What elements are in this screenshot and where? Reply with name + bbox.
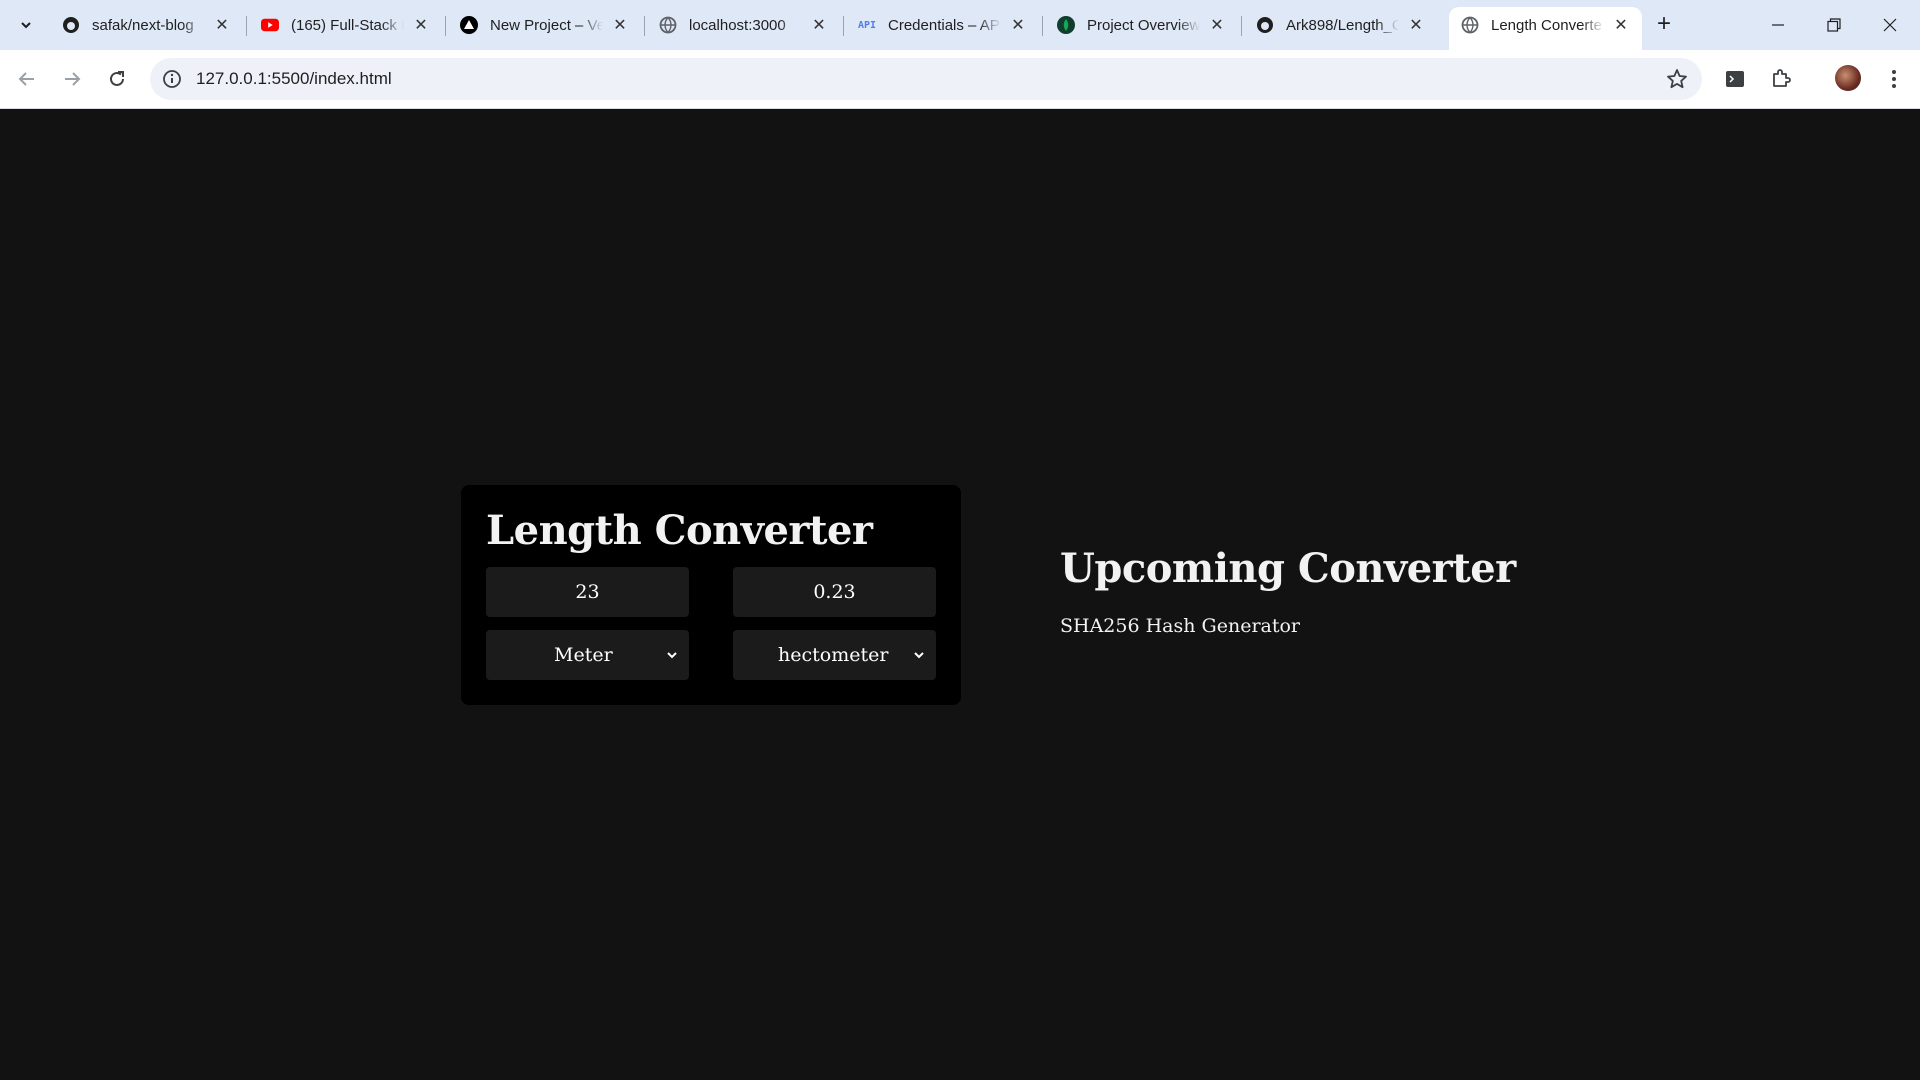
close-icon[interactable]: ✕	[412, 16, 430, 34]
tab-title: Length Converte	[1491, 16, 1602, 34]
arrow-left-icon	[18, 72, 34, 86]
restore-button[interactable]	[1806, 0, 1862, 50]
tab-title: localhost:3000	[689, 16, 786, 34]
tab-separator	[1042, 16, 1043, 36]
from-unit-value: Meter	[554, 644, 613, 666]
tab-1[interactable]: safak/next-blog ✕	[50, 7, 243, 43]
minimize-icon	[1772, 24, 1784, 26]
api-icon: API	[857, 19, 877, 31]
output-value: 0.23	[813, 581, 856, 603]
tab-title: Ark898/Length_C	[1286, 16, 1399, 34]
back-button[interactable]	[11, 63, 43, 95]
globe-icon	[1461, 16, 1479, 34]
youtube-icon	[261, 16, 279, 34]
tab-separator	[445, 16, 446, 36]
reload-icon	[110, 71, 124, 86]
tab-strip: safak/next-blog ✕ (165) Full-Stack E ✕ N…	[0, 0, 1920, 50]
chevron-down-icon	[667, 652, 677, 659]
page-content: Length Converter 23 0.23 Meter hectomete…	[0, 109, 1920, 1080]
chevron-down-icon	[21, 22, 31, 29]
minimize-button[interactable]	[1750, 0, 1806, 50]
mongodb-icon	[1057, 16, 1075, 34]
length-converter-card: Length Converter 23 0.23 Meter hectomete…	[461, 485, 961, 705]
input-value: 23	[575, 581, 600, 603]
tab-separator	[1241, 16, 1242, 36]
close-icon[interactable]: ✕	[810, 16, 828, 34]
info-icon[interactable]	[162, 69, 182, 89]
tab-title: safak/next-blog	[92, 16, 194, 34]
close-icon[interactable]: ✕	[1612, 16, 1630, 34]
vercel-icon	[460, 16, 478, 34]
extensions-button[interactable]	[1767, 65, 1795, 93]
terminal-icon	[1726, 71, 1744, 87]
globe-icon	[659, 16, 677, 34]
from-unit-select[interactable]: Meter	[486, 630, 689, 680]
arrow-right-icon	[65, 72, 81, 86]
tab-2[interactable]: (165) Full-Stack E ✕	[249, 7, 442, 43]
to-unit-value: hectometer	[778, 644, 889, 666]
close-icon	[1883, 18, 1897, 32]
browser-toolbar: 127.0.0.1:5500/index.html	[0, 50, 1920, 109]
tab-search-button[interactable]	[12, 11, 40, 39]
close-icon[interactable]: ✕	[213, 16, 231, 34]
converter-title: Length Converter	[486, 507, 873, 554]
output-value-field[interactable]: 0.23	[733, 567, 936, 617]
new-tab-button[interactable]: +	[1650, 10, 1678, 38]
tab-separator	[843, 16, 844, 36]
menu-button[interactable]	[1880, 65, 1908, 93]
tab-separator	[246, 16, 247, 36]
puzzle-icon	[1773, 69, 1791, 87]
reload-button[interactable]	[101, 63, 133, 95]
github-icon	[1256, 16, 1274, 34]
profile-avatar[interactable]	[1835, 65, 1861, 91]
tab-title: New Project – Ve	[490, 16, 603, 34]
tab-4[interactable]: localhost:3000 ✕	[647, 7, 840, 43]
github-icon	[62, 16, 80, 34]
forward-button[interactable]	[56, 63, 88, 95]
restore-icon	[1827, 18, 1841, 32]
close-icon[interactable]: ✕	[611, 16, 629, 34]
tab-8-active[interactable]: Length Converte ✕	[1449, 7, 1642, 50]
tab-separator	[644, 16, 645, 36]
upcoming-item-sha256: SHA256 Hash Generator	[1060, 615, 1301, 637]
tab-7[interactable]: Ark898/Length_C ✕	[1244, 7, 1437, 43]
terminal-extension-button[interactable]	[1721, 65, 1749, 93]
tab-5[interactable]: API Credentials – API ✕	[846, 7, 1039, 43]
input-value-field[interactable]: 23	[486, 567, 689, 617]
plus-icon: +	[1656, 10, 1671, 37]
close-icon[interactable]: ✕	[1009, 16, 1027, 34]
to-unit-select[interactable]: hectometer	[733, 630, 936, 680]
star-icon[interactable]	[1666, 68, 1688, 90]
tab-title: (165) Full-Stack E	[291, 16, 404, 34]
address-bar[interactable]: 127.0.0.1:5500/index.html	[150, 58, 1702, 100]
tab-6[interactable]: Project Overview ✕	[1045, 7, 1238, 43]
tab-title: Project Overview	[1087, 16, 1200, 34]
chevron-down-icon	[914, 652, 924, 659]
close-window-button[interactable]	[1862, 0, 1918, 50]
upcoming-converter-title: Upcoming Converter	[1060, 545, 1516, 592]
close-icon[interactable]: ✕	[1208, 16, 1226, 34]
url-text[interactable]: 127.0.0.1:5500/index.html	[196, 69, 392, 89]
more-vertical-icon	[1892, 70, 1896, 88]
close-icon[interactable]: ✕	[1407, 16, 1425, 34]
tab-3[interactable]: New Project – Ve ✕	[448, 7, 641, 43]
tab-title: Credentials – API	[888, 16, 1001, 34]
